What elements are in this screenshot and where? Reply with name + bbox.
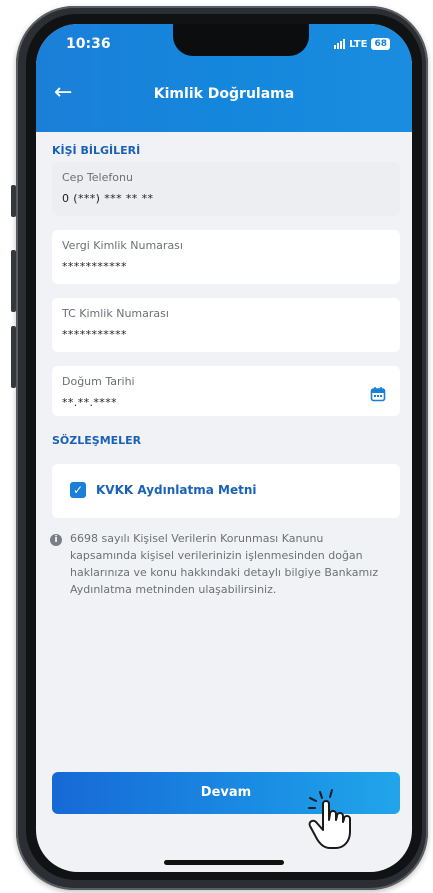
signal-icon: [334, 39, 346, 49]
status-time: 10:36: [66, 36, 111, 52]
phone-side-button: [11, 250, 16, 312]
tax-id-field-label: Vergi Kimlik Numarası: [62, 239, 183, 252]
tax-id-field-value: ***********: [62, 260, 127, 273]
battery-icon: 68: [371, 38, 390, 50]
network-label: LTE: [349, 38, 368, 50]
camera-notch: [173, 24, 309, 56]
phone-field-value: 0 (***) *** ** **: [62, 192, 154, 205]
home-indicator: [164, 860, 284, 865]
section-agreements: SÖZLEŞMELER: [52, 434, 142, 447]
kvkk-consent-row[interactable]: ✓ KVKK Aydınlatma Metni: [52, 464, 400, 518]
section-personal-info: KİŞİ BİLGİLERİ: [52, 144, 141, 157]
birth-date-field[interactable]: Doğum Tarihi **.**.****: [52, 366, 400, 416]
app-header: 10:36 LTE 68 ← Kimlik Doğrulama: [36, 24, 412, 132]
kvkk-consent-link[interactable]: KVKK Aydınlatma Metni: [96, 483, 257, 497]
phone-field-label: Cep Telefonu: [62, 171, 133, 184]
page-title: Kimlik Doğrulama: [153, 86, 295, 102]
birth-date-field-label: Doğum Tarihi: [62, 375, 135, 388]
checkbox-checked-icon[interactable]: ✓: [70, 482, 86, 498]
phone-field: Cep Telefonu 0 (***) *** ** **: [52, 162, 400, 216]
birth-date-field-value: **.**.****: [62, 396, 117, 409]
status-indicators: LTE 68: [334, 38, 390, 50]
phone-side-button: [11, 326, 16, 388]
kvkk-info-text: 6698 sayılı Kişisel Verilerin Korunması …: [70, 532, 379, 596]
phone-side-button: [11, 185, 16, 217]
calendar-icon[interactable]: [370, 386, 386, 402]
tc-id-field-label: TC Kimlik Numarası: [62, 307, 169, 320]
app-screen: 10:36 LTE 68 ← Kimlik Doğrulama KİŞİ BİL…: [36, 24, 412, 872]
info-icon: i: [50, 534, 62, 546]
tap-hand-icon: [308, 789, 351, 849]
tc-id-field-value: ***********: [62, 328, 127, 341]
tax-id-field[interactable]: Vergi Kimlik Numarası ***********: [52, 230, 400, 284]
tc-id-field[interactable]: TC Kimlik Numarası ***********: [52, 298, 400, 352]
